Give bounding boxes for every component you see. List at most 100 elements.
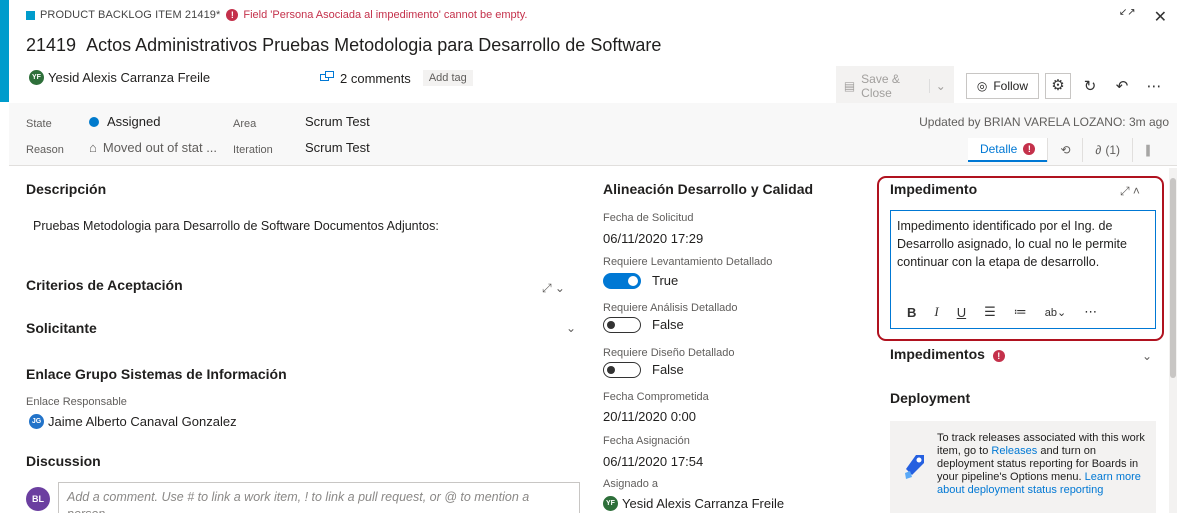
numbered-list-icon[interactable]: ≔ xyxy=(1014,304,1027,320)
save-close-button[interactable]: ▤ Save & Close ⌄ xyxy=(835,66,954,106)
req-levantamiento-value: True xyxy=(652,273,679,288)
chevron-down-icon[interactable]: ⌄ xyxy=(1142,349,1152,363)
req-diseno-label: Requiere Diseño Detallado xyxy=(603,347,735,359)
impedimento-header[interactable]: Impedimento xyxy=(890,181,977,197)
error-icon: ! xyxy=(1023,143,1036,155)
work-item-header-line: PRODUCT BACKLOG ITEM 21419* ! Field 'Per… xyxy=(26,9,527,21)
solicitante-header[interactable]: Solicitante xyxy=(26,320,97,336)
paperclip-icon: ∥ xyxy=(1145,143,1151,157)
tab-bar: Detalle ! ⟲ ∂ (1) ∥ xyxy=(967,138,1163,162)
save-close-label: Save & Close xyxy=(861,72,900,100)
deployment-info-text: To track releases associated with this w… xyxy=(937,432,1149,497)
fecha-asignacion-value[interactable]: 06/11/2020 17:54 xyxy=(603,454,703,469)
chevron-down-icon[interactable]: ⌄ xyxy=(566,321,576,335)
discussion-comment-input[interactable]: Add a comment. Use # to link a work item… xyxy=(58,482,580,513)
scrollbar-thumb[interactable] xyxy=(1170,178,1176,378)
toolbar: ▤ Save & Close ⌄ ◎ Follow ⚙ ↻ ↶ ⋯ xyxy=(835,66,1167,106)
enlace-responsable-name: Jaime Alberto Canaval Gonzalez xyxy=(48,414,237,429)
window-controls: ↙↗ ✕ xyxy=(1119,7,1167,27)
backlog-item-icon xyxy=(26,10,35,20)
fecha-solicitud-label: Fecha de Solicitud xyxy=(603,212,694,224)
add-tag-button[interactable]: Add tag xyxy=(422,70,473,86)
asignado-label: Asignado a xyxy=(603,478,659,490)
underline-icon[interactable]: U xyxy=(957,305,966,320)
discussion-header: Discussion xyxy=(26,453,101,469)
reason-field[interactable]: ⌂ Moved out of stat ... xyxy=(89,140,217,155)
bold-icon[interactable]: B xyxy=(907,305,916,320)
tab-history[interactable]: ⟲ xyxy=(1047,138,1082,162)
close-icon[interactable]: ✕ xyxy=(1154,7,1167,27)
state-label: State xyxy=(26,118,52,130)
assigned-to[interactable]: YF Yesid Alexis Carranza Freile xyxy=(29,70,210,85)
save-icon: ▤ xyxy=(843,79,856,93)
impedimentos-header[interactable]: Impedimentos ! xyxy=(890,346,1010,362)
avatar: BL xyxy=(26,487,50,511)
fields-strip: State Assigned Reason ⌂ Moved out of sta… xyxy=(9,103,1177,166)
fecha-comprometida-value[interactable]: 20/11/2020 0:00 xyxy=(603,409,696,424)
req-analisis-toggle[interactable] xyxy=(603,317,641,333)
deployment-panel: To track releases associated with this w… xyxy=(890,421,1156,513)
expand-icon[interactable]: ⤢ ˄ xyxy=(1120,184,1140,199)
tab-detalle[interactable]: Detalle ! xyxy=(967,138,1048,162)
criterios-header[interactable]: Criterios de Aceptación xyxy=(26,277,183,293)
releases-link[interactable]: Releases xyxy=(991,445,1037,457)
enlace-responsable-field[interactable]: JG Jaime Alberto Canaval Gonzalez xyxy=(29,414,237,429)
refresh-icon[interactable]: ↻ xyxy=(1077,77,1103,95)
descripcion-text[interactable]: Pruebas Metodologia para Desarrollo de S… xyxy=(33,219,439,233)
asignado-name: Yesid Alexis Carranza Freile xyxy=(622,496,785,511)
impedimento-text[interactable]: Impedimento identificado por el Ing. de … xyxy=(897,217,1149,271)
chevron-down-icon[interactable]: ⌄ xyxy=(928,79,946,93)
enlace-header[interactable]: Enlace Grupo Sistemas de Información xyxy=(26,366,287,382)
work-item-color-bar xyxy=(0,0,9,102)
state-field[interactable]: Assigned xyxy=(89,114,160,129)
fecha-solicitud-value[interactable]: 06/11/2020 17:29 xyxy=(603,231,703,246)
more-actions-icon[interactable]: ⋯ xyxy=(1141,77,1167,95)
work-item-type: PRODUCT BACKLOG ITEM 21419* xyxy=(40,9,221,21)
avatar: YF xyxy=(29,70,44,85)
tab-links[interactable]: ∂ (1) xyxy=(1082,138,1132,162)
work-item-title[interactable]: 21419 Actos Administrativos Pruebas Meto… xyxy=(26,35,661,56)
history-icon: ⟲ xyxy=(1060,143,1071,157)
descripcion-header[interactable]: Descripción xyxy=(26,181,106,197)
tab-detalle-label: Detalle xyxy=(979,142,1018,156)
state-dot-icon xyxy=(89,116,99,127)
lock-icon: ⌂ xyxy=(89,140,97,155)
error-icon: ! xyxy=(226,9,239,21)
impedimento-editor[interactable]: Impedimento identificado por el Ing. de … xyxy=(890,210,1156,329)
comments-link[interactable]: 2 comments Add tag xyxy=(320,70,473,86)
reason-value: Moved out of stat ... xyxy=(102,140,218,155)
req-levantamiento-toggle[interactable] xyxy=(603,273,641,289)
highlight-icon[interactable]: ab⌄ xyxy=(1045,306,1066,319)
fecha-comprometida-label: Fecha Comprometida xyxy=(603,391,709,403)
deployment-header[interactable]: Deployment xyxy=(890,390,970,406)
gear-icon[interactable]: ⚙ xyxy=(1045,73,1071,99)
alineacion-header[interactable]: Alineación Desarrollo y Calidad xyxy=(603,181,813,197)
state-value: Assigned xyxy=(107,114,161,129)
area-value[interactable]: Scrum Test xyxy=(305,114,370,129)
more-options-icon[interactable]: ⋯ xyxy=(1084,304,1097,320)
req-levantamiento-label: Requiere Levantamiento Detallado xyxy=(603,256,773,268)
undo-icon[interactable]: ↶ xyxy=(1109,77,1135,95)
expand-icon[interactable]: ⤢ ⌄ xyxy=(542,281,565,296)
asignado-field[interactable]: YF Yesid Alexis Carranza Freile xyxy=(603,496,784,511)
restore-icon[interactable]: ↙↗ xyxy=(1119,7,1136,27)
assignee-name[interactable]: Yesid Alexis Carranza Freile xyxy=(48,70,210,85)
req-diseno-toggle[interactable] xyxy=(603,362,641,378)
req-analisis-value: False xyxy=(652,317,684,332)
iteration-value[interactable]: Scrum Test xyxy=(305,140,370,155)
impedimentos-title: Impedimentos xyxy=(890,346,985,362)
fecha-asignacion-label: Fecha Asignación xyxy=(603,435,690,447)
tab-attachments[interactable]: ∥ xyxy=(1132,138,1163,162)
bullet-list-icon[interactable]: ☰ xyxy=(984,304,996,320)
req-diseno-value: False xyxy=(652,362,684,377)
azure-pipelines-icon xyxy=(905,455,924,479)
scrollbar[interactable] xyxy=(1169,168,1177,513)
italic-icon[interactable]: I xyxy=(934,304,938,320)
work-item-title-text[interactable]: Actos Administrativos Pruebas Metodologi… xyxy=(86,35,661,56)
avatar: YF xyxy=(603,496,618,511)
comments-count[interactable]: 2 comments xyxy=(340,71,411,86)
follow-button[interactable]: ◎ Follow xyxy=(965,73,1039,99)
enlace-responsable-label: Enlace Responsable xyxy=(26,396,127,408)
comment-icon xyxy=(320,70,334,86)
iteration-label: Iteration xyxy=(233,144,273,156)
